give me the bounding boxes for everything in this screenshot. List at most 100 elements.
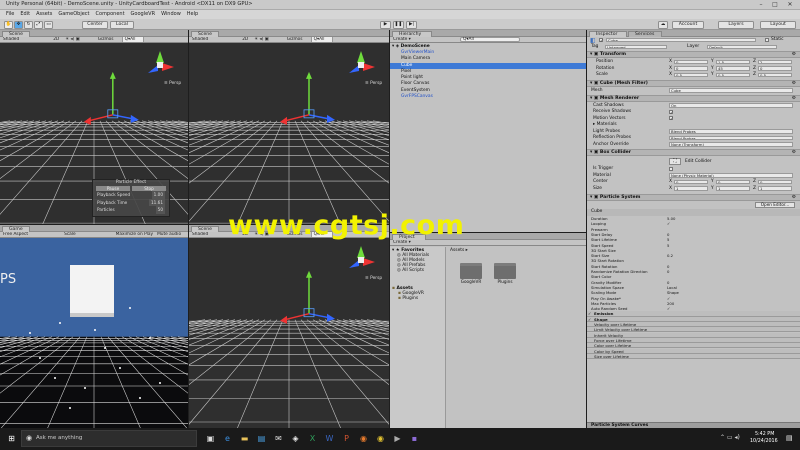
- menu-window[interactable]: Window: [161, 11, 181, 17]
- transform-z-field[interactable]: 0.5: [758, 72, 792, 77]
- hierarchy-search-input[interactable]: Q▾All: [460, 37, 520, 42]
- renderer-field[interactable]: None (Transform): [669, 142, 793, 147]
- shading-mode-dropdown[interactable]: Shaded: [3, 37, 19, 42]
- firefox-icon[interactable]: ◉: [358, 433, 369, 444]
- particle-row-value[interactable]: 200: [667, 301, 674, 306]
- particle-row-value[interactable]: ✓: [667, 296, 670, 301]
- particle-main-module-title[interactable]: Cube: [591, 209, 602, 214]
- module-enabled-check[interactable]: ✓: [588, 311, 591, 316]
- move-tool-button[interactable]: ✥: [14, 20, 23, 29]
- scene-viewport[interactable]: ≡ Persp Particle Effect Pause Stop Playback …: [0, 43, 188, 224]
- collider-y-field[interactable]: 0: [716, 179, 750, 184]
- taskbar-search-box[interactable]: ◉ Ask me anything: [21, 430, 197, 447]
- app-icon[interactable]: ▪: [409, 433, 420, 444]
- box-collider-header[interactable]: ▾ ▣ Box Collider ⚙: [587, 149, 800, 156]
- layout-dropdown[interactable]: Layout: [760, 20, 796, 29]
- cloud-button[interactable]: ☁: [658, 20, 668, 29]
- gizmos-dropdown[interactable]: Gizmos: [98, 37, 114, 42]
- particle-system-header[interactable]: ▾ ▣ Particle System ⚙: [587, 194, 800, 201]
- renderer-checkbox[interactable]: ✓: [669, 116, 673, 121]
- edit-collider-button[interactable]: ⛶: [669, 158, 681, 165]
- particle-stat-value[interactable]: 11.61: [149, 198, 165, 206]
- renderer-checkbox[interactable]: ✓: [669, 109, 673, 114]
- object-name-field[interactable]: Cube: [606, 37, 756, 42]
- transform-z-field[interactable]: 0: [758, 66, 792, 71]
- transform-x-field[interactable]: 0: [674, 59, 708, 64]
- particle-row-value[interactable]: 0: [667, 269, 669, 274]
- rotate-tool-button[interactable]: ↻: [24, 20, 33, 29]
- collider-z-field[interactable]: 1: [758, 186, 792, 191]
- mesh-field[interactable]: Cube: [669, 88, 793, 93]
- systray-icons[interactable]: ⌃ ▭ ◂): [720, 434, 740, 441]
- unity-icon[interactable]: ◈: [290, 433, 301, 444]
- gear-icon[interactable]: ⚙: [792, 195, 796, 201]
- scene-root[interactable]: ▾ ◈ DemoScene: [392, 44, 430, 49]
- word-icon[interactable]: W: [324, 433, 335, 444]
- file-explorer-icon[interactable]: ▬: [239, 433, 250, 444]
- lighting-toggle-icon[interactable]: ☀ ◂) ▣: [65, 37, 79, 42]
- minimize-button[interactable]: –: [756, 1, 766, 9]
- store-icon[interactable]: ▤: [256, 433, 267, 444]
- collider-x-field[interactable]: 0: [674, 179, 708, 184]
- layers-dropdown[interactable]: Layers: [718, 20, 754, 29]
- pivot-center-button[interactable]: Center: [82, 20, 108, 29]
- collider-y-field[interactable]: 1: [716, 186, 750, 191]
- renderer-row-label[interactable]: ▸ Materials: [593, 122, 617, 127]
- transform-z-field[interactable]: 2: [758, 59, 792, 64]
- shading-mode-dropdown[interactable]: Shaded: [192, 232, 208, 237]
- transform-x-field[interactable]: 0: [674, 66, 708, 71]
- scene-viewport[interactable]: ≡ Persp: [189, 43, 389, 224]
- step-button[interactable]: ▶|: [406, 20, 417, 29]
- mesh-renderer-header[interactable]: ▾ ▣ Mesh Renderer ⚙: [587, 94, 800, 102]
- particle-row-value[interactable]: 0: [667, 280, 669, 285]
- layer-dropdown[interactable]: Default: [707, 44, 777, 49]
- mute-audio-toggle[interactable]: Mute audio: [157, 232, 181, 237]
- rect-tool-button[interactable]: ▭: [44, 20, 53, 29]
- notifications-icon[interactable]: ▤: [786, 434, 793, 442]
- open-editor-button[interactable]: Open Editor...: [755, 202, 795, 208]
- scale-tool-button[interactable]: ⤢: [34, 20, 43, 29]
- module-enabled-check[interactable]: ✓: [588, 317, 591, 322]
- particle-row-value[interactable]: 0: [667, 264, 669, 269]
- media-icon[interactable]: ▶: [392, 433, 403, 444]
- menu-googlevr[interactable]: GoogleVR: [131, 11, 156, 17]
- is-trigger-checkbox[interactable]: [669, 166, 673, 171]
- collider-material-field[interactable]: None (Physic Material): [669, 173, 793, 178]
- renderer-field[interactable]: Blend Probes: [669, 135, 793, 140]
- particle-row-value[interactable]: 5: [667, 237, 669, 242]
- particle-row-value[interactable]: ✓: [667, 306, 670, 311]
- gear-icon[interactable]: ⚙: [792, 150, 796, 156]
- pause-button[interactable]: ❚❚: [393, 20, 404, 29]
- transform-y-field[interactable]: 45: [716, 66, 750, 71]
- particle-stat-value[interactable]: 50: [155, 206, 165, 214]
- transform-x-field[interactable]: 0.5: [674, 72, 708, 77]
- 2d-toggle[interactable]: 2D: [53, 37, 59, 42]
- menu-file[interactable]: File: [6, 11, 14, 17]
- play-button[interactable]: ▶: [380, 20, 391, 29]
- menu-component[interactable]: Component: [96, 11, 125, 17]
- hierarchy-create-button[interactable]: Create ▾: [393, 37, 411, 42]
- shading-mode-dropdown[interactable]: Shaded: [192, 37, 208, 42]
- game-viewport[interactable]: PS: [0, 238, 188, 428]
- transform-y-field[interactable]: 1.5: [716, 59, 750, 64]
- particle-row-value[interactable]: 0: [667, 232, 669, 237]
- static-checkbox[interactable]: [765, 38, 769, 42]
- particle-module[interactable]: Size over Lifetime: [587, 353, 800, 359]
- particle-row-value[interactable]: ✓: [667, 221, 670, 226]
- start-button[interactable]: ⊞: [6, 433, 17, 444]
- asset-folder[interactable]: Plugins: [490, 263, 520, 293]
- mail-icon[interactable]: ✉: [273, 433, 284, 444]
- collider-x-field[interactable]: 1: [674, 186, 708, 191]
- lighting-toggle-icon[interactable]: ☀ ◂) ▣: [254, 37, 268, 42]
- particle-stat-value[interactable]: 1.00: [151, 191, 165, 199]
- hierarchy-item[interactable]: GvrFPSCanvas: [390, 94, 586, 100]
- gizmos-dropdown[interactable]: Gizmos: [287, 37, 303, 42]
- menu-gameobject[interactable]: GameObject: [58, 11, 89, 17]
- asset-folder[interactable]: GoogleVR: [456, 263, 486, 293]
- gear-icon[interactable]: ⚙: [792, 96, 796, 102]
- favorite-item[interactable]: ◎ All Scripts: [390, 268, 445, 273]
- particle-row-value[interactable]: Shape: [667, 290, 679, 295]
- renderer-field[interactable]: Blend Probes: [669, 129, 793, 134]
- task-view-icon[interactable]: ▣: [205, 433, 216, 444]
- object-active-checkbox[interactable]: ✓: [599, 38, 603, 43]
